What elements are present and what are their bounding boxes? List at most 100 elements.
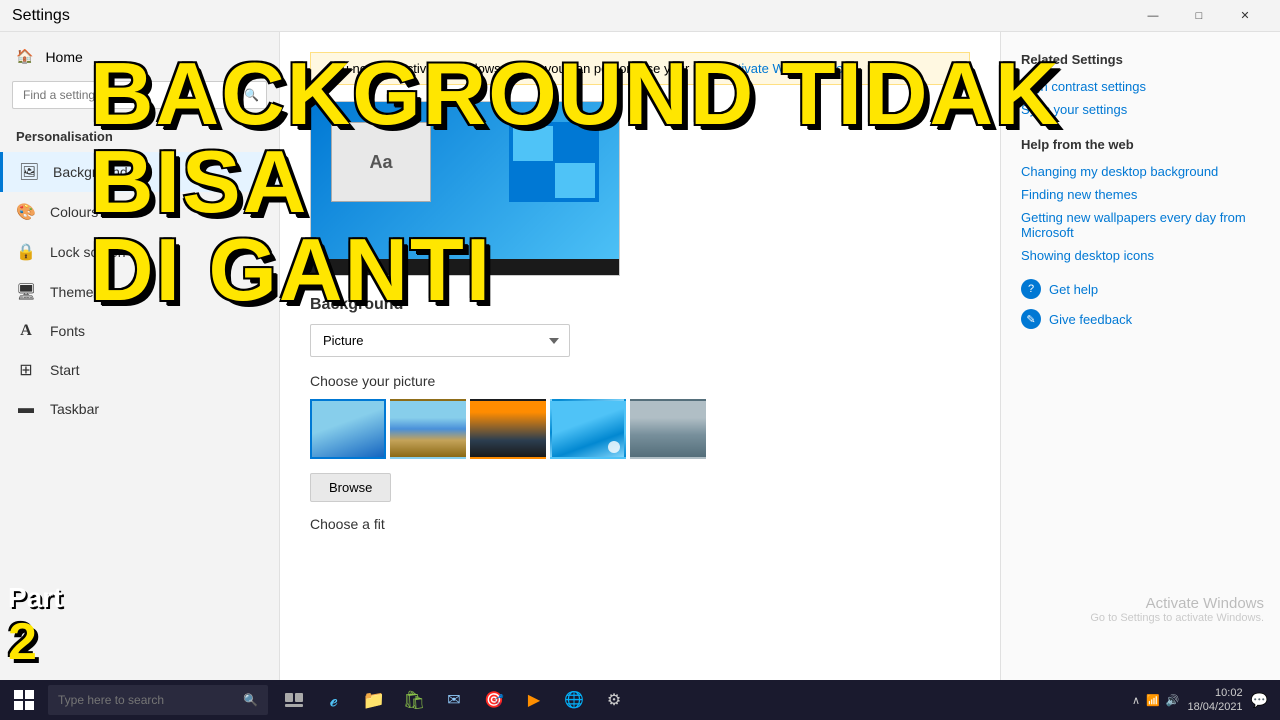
cursor-indicator — [608, 441, 620, 453]
sidebar-item-fonts[interactable]: A Fonts — [0, 312, 279, 350]
network-icon[interactable]: 📶 — [1146, 694, 1160, 707]
preview-tiles — [509, 122, 599, 202]
sidebar-item-label-themes: Themes — [50, 284, 101, 300]
related-link-contrast[interactable]: High contrast settings — [1021, 79, 1260, 94]
preview-tile-3 — [513, 163, 553, 198]
content-area: 🏠 Home 🔍 Personalisation 🖼 Background 🎨 … — [0, 32, 1280, 680]
close-button[interactable]: ✕ — [1222, 0, 1268, 32]
activate-watermark-title: Activate Windows — [1090, 595, 1264, 612]
sidebar-item-start[interactable]: ⊞ Start — [0, 350, 279, 390]
titlebar: Settings — □ ✕ — [0, 0, 1280, 32]
colours-icon: 🎨 — [16, 202, 36, 222]
start-icon: ⊞ — [16, 360, 36, 380]
clock[interactable]: 10:02 18/04/2021 — [1188, 686, 1243, 715]
titlebar-title: Settings — [12, 7, 70, 25]
give-feedback-icon: ✎ — [1021, 309, 1041, 329]
sidebar-item-label-background: Background — [53, 164, 128, 180]
picture-thumb-3[interactable] — [470, 399, 546, 459]
related-settings-title: Related Settings — [1021, 52, 1260, 67]
taskbar-search-input[interactable] — [58, 693, 239, 707]
picture-thumb-2[interactable] — [390, 399, 466, 459]
give-feedback-label: Give feedback — [1049, 312, 1132, 327]
settings-window: Settings — □ ✕ 🏠 Home 🔍 Personalisation — [0, 0, 1280, 680]
background-icon: 🖼 — [19, 162, 39, 182]
desktop-preview: Aa — [310, 101, 620, 276]
sidebar-search-container: 🔍 — [12, 81, 267, 109]
sidebar-item-taskbar[interactable]: ▬ Taskbar — [0, 390, 279, 428]
minimize-button[interactable]: — — [1130, 0, 1176, 32]
mail-button[interactable]: ✉ — [436, 680, 472, 720]
activation-link[interactable]: Activate Windows now. — [723, 61, 856, 76]
titlebar-controls: — □ ✕ — [1130, 0, 1268, 32]
preview-tile-2 — [555, 126, 595, 161]
start-button[interactable] — [4, 680, 44, 720]
sidebar-item-label-colours: Colours — [50, 204, 98, 220]
sidebar-home[interactable]: 🏠 Home — [0, 40, 279, 73]
give-feedback-action[interactable]: ✎ Give feedback — [1021, 309, 1260, 329]
activate-watermark: Activate Windows Go to Settings to activ… — [1090, 595, 1264, 624]
right-panel: Related Settings High contrast settings … — [1000, 32, 1280, 680]
sidebar-item-label-taskbar: Taskbar — [50, 401, 99, 417]
taskbar: 🔍 𝓮 📁 🛍 ✉ 🎯 ▶ 🌐 ⚙ ∧ 📶 🔊 10:02 18/04/2021… — [0, 680, 1280, 720]
home-icon: 🏠 — [16, 48, 33, 65]
clock-date: 18/04/2021 — [1188, 700, 1243, 714]
system-tray: ∧ 📶 🔊 — [1132, 694, 1179, 707]
search-input[interactable] — [12, 81, 267, 109]
choose-picture-label: Choose your picture — [310, 373, 970, 389]
taskview-button[interactable] — [276, 680, 312, 720]
store-button[interactable]: 🛍 — [396, 680, 432, 720]
search-icon: 🔍 — [244, 88, 259, 102]
help-link-themes[interactable]: Finding new themes — [1021, 187, 1260, 202]
notification-icon[interactable]: 💬 — [1251, 692, 1268, 709]
sidebar-item-background[interactable]: 🖼 Background — [0, 152, 279, 192]
tray-chevron[interactable]: ∧ — [1132, 694, 1140, 707]
themes-icon: 🖥 — [16, 282, 36, 302]
taskbar-search-icon: 🔍 — [243, 693, 258, 707]
choose-fit-label: Choose a fit — [310, 516, 970, 532]
maximize-button[interactable]: □ — [1176, 0, 1222, 32]
preview-tile-4 — [555, 163, 595, 198]
get-help-action[interactable]: ? Get help — [1021, 279, 1260, 299]
home-label: Home — [45, 49, 82, 65]
taskbar-right: ∧ 📶 🔊 10:02 18/04/2021 💬 — [1132, 686, 1276, 715]
preview-container: Aa — [310, 101, 970, 276]
browse-button[interactable]: Browse — [310, 473, 391, 502]
picture-thumb-1[interactable] — [310, 399, 386, 459]
background-type-select[interactable]: Picture Solid colour Slideshow — [310, 324, 570, 357]
windows-logo-icon — [14, 690, 34, 710]
activation-text: You need to activate Windows before you … — [327, 61, 715, 76]
settings-button[interactable]: ⚙ — [596, 680, 632, 720]
help-link-icons[interactable]: Showing desktop icons — [1021, 248, 1260, 263]
sidebar-item-lock-screen[interactable]: 🔒 Lock screen — [0, 232, 279, 272]
app6-button[interactable]: 🎯 — [476, 680, 512, 720]
background-section-label: Background — [310, 296, 970, 314]
picture-thumb-4[interactable] — [550, 399, 626, 459]
preview-taskbar — [311, 259, 619, 275]
edge-button[interactable]: 𝓮 — [316, 680, 352, 720]
picture-thumb-5[interactable] — [630, 399, 706, 459]
taskbar-search-container[interactable]: 🔍 — [48, 685, 268, 715]
activate-watermark-subtitle: Go to Settings to activate Windows. — [1090, 612, 1264, 624]
taskbar-app-icons: 𝓮 📁 🛍 ✉ 🎯 ▶ 🌐 ⚙ — [276, 680, 632, 720]
sidebar-item-label-fonts: Fonts — [50, 323, 85, 339]
help-link-wallpapers[interactable]: Getting new wallpapers every day from Mi… — [1021, 210, 1260, 240]
sidebar-item-colours[interactable]: 🎨 Colours — [0, 192, 279, 232]
chrome-button[interactable]: 🌐 — [556, 680, 592, 720]
preview-window: Aa — [331, 122, 431, 202]
sidebar: 🏠 Home 🔍 Personalisation 🖼 Background 🎨 … — [0, 32, 280, 680]
help-from-web-title: Help from the web — [1021, 137, 1260, 152]
clock-time: 10:02 — [1188, 686, 1243, 700]
help-link-desktop-bg[interactable]: Changing my desktop background — [1021, 164, 1260, 179]
taskview-icon — [285, 693, 303, 707]
vlc-button[interactable]: ▶ — [516, 680, 552, 720]
lock-icon: 🔒 — [16, 242, 36, 262]
related-link-sync[interactable]: Sync your settings — [1021, 102, 1260, 117]
sidebar-item-themes[interactable]: 🖥 Themes — [0, 272, 279, 312]
fonts-icon: A — [16, 322, 36, 340]
main-content: You need to activate Windows before you … — [280, 32, 1000, 680]
volume-icon[interactable]: 🔊 — [1166, 694, 1180, 707]
background-dropdown-row: Picture Solid colour Slideshow — [310, 324, 970, 357]
picture-grid — [310, 399, 970, 459]
preview-tile-1 — [513, 126, 553, 161]
explorer-button[interactable]: 📁 — [356, 680, 392, 720]
